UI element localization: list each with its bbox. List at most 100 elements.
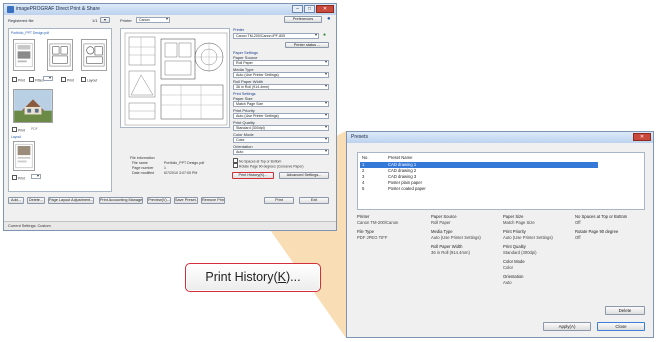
file-info-key: Page number <box>132 166 154 170</box>
print-priority-select[interactable]: Auto (Use Printer Settings) <box>233 113 329 119</box>
print-quality-select[interactable]: Standard (300dpi) <box>233 125 329 131</box>
detail-value: Canon TM-200/Canon <box>357 220 399 225</box>
file-info-key: Date modified <box>132 171 155 175</box>
thumbnail-caption: PDF <box>31 127 38 131</box>
thumbnail-checkbox[interactable]: Print <box>12 127 25 133</box>
callout-label-suffix: )... <box>285 270 301 284</box>
advanced-settings-button[interactable]: Advanced Settings... <box>279 172 329 179</box>
printer-status-button[interactable]: Printer status ... <box>285 42 329 48</box>
maximize-button[interactable]: □ <box>304 5 315 13</box>
printer-ready-icon: ● <box>323 32 327 38</box>
rotate-page-checkbox[interactable]: Rotate Page 90 degrees (Conserve Paper) <box>233 163 303 169</box>
copies-field[interactable] <box>31 174 41 179</box>
dialog-close-icon[interactable]: ✕ <box>633 133 651 141</box>
print-preview[interactable] <box>120 28 230 128</box>
detail-value: Standard (300dpi) <box>503 250 537 255</box>
remove-print-button[interactable]: Remove Print... <box>201 197 225 204</box>
detail-value: Match Page Size <box>503 220 535 225</box>
print-history-callout[interactable]: Print History(K)... <box>185 263 321 292</box>
delete-button[interactable]: Delete... <box>27 197 45 204</box>
minimize-button[interactable]: – <box>292 5 303 13</box>
exit-button[interactable]: Exit <box>299 197 329 204</box>
preset-name: Poster coated paper <box>388 186 426 191</box>
detail-key: Color Mode <box>503 259 525 264</box>
column-header-name: Preset Name <box>388 155 413 160</box>
detail-key: Print Priority <box>503 229 526 234</box>
detail-value: Off <box>575 235 581 240</box>
print-button[interactable]: Print <box>264 197 294 204</box>
apply-button[interactable]: Apply(A) <box>543 322 591 331</box>
close-dialog-button[interactable]: Close <box>597 322 645 331</box>
preferences-button[interactable]: Preferences <box>284 16 322 23</box>
column-header-no: No. <box>362 155 369 160</box>
detail-value: Auto (Use Printer Settings) <box>503 235 553 240</box>
thumbnail-checkbox[interactable]: Print <box>61 77 74 83</box>
print-accounting-button[interactable]: Print Accounting Manager... <box>99 197 143 204</box>
add-button[interactable]: Add... <box>8 197 24 204</box>
thumbnail-3[interactable] <box>81 39 107 71</box>
thumbnail-2[interactable] <box>47 39 73 71</box>
printer-heading: Printer <box>233 28 245 32</box>
print-history-callout-label: Print History(K)... <box>186 270 320 284</box>
save-preset-button[interactable]: Save Preset... <box>174 197 198 204</box>
detail-key: Paper Size <box>503 214 524 219</box>
close-button[interactable]: ✕ <box>316 5 334 13</box>
dialog-title-bar: Presets ✕ <box>347 132 653 143</box>
detail-value: Roll Paper <box>431 220 451 225</box>
title-bar: imagePROGRAF Direct Print & Share – □ ✕ <box>4 4 336 15</box>
detail-value: Color <box>503 265 514 270</box>
help-icon[interactable]: ● <box>327 16 331 22</box>
preset-list[interactable]: No. Preset Name 1 CAD drawing 1 2 CAD draw… <box>357 152 645 210</box>
detail-key: Printer <box>357 214 370 219</box>
delete-preset-button[interactable]: Delete <box>605 306 645 315</box>
detail-value: Off <box>575 220 581 225</box>
thumbnail-5[interactable] <box>13 141 35 171</box>
window-title: imagePROGRAF Direct Print & Share <box>16 6 100 12</box>
callout-label-accelerator: K <box>277 270 286 284</box>
dialog-title: Presets <box>351 134 368 140</box>
thumbnail-view-button[interactable]: ▾ <box>100 17 110 23</box>
color-mode-select[interactable]: Color <box>233 137 329 143</box>
paper-source-select[interactable]: Roll Paper <box>233 60 329 66</box>
detail-key: Roll Paper Width <box>431 244 463 249</box>
thumbnail-checkbox[interactable]: Fitted <box>29 77 43 83</box>
paper-size-select[interactable]: Match Page Size <box>233 101 329 107</box>
roll-width-select[interactable]: 36 in Roll (914.4mm) <box>233 84 329 90</box>
registered-count: 1/1 <box>92 18 98 23</box>
file-info-key: File name <box>132 161 148 165</box>
detail-value: Auto (Use Printer Settings) <box>431 235 481 240</box>
thumbnail-checkbox[interactable]: Layout <box>81 77 97 83</box>
detail-key: Print Quality <box>503 244 526 249</box>
detail-key: Rotate Page 90 degree <box>575 229 619 234</box>
thumbnail-4[interactable] <box>13 89 53 123</box>
orientation-select[interactable]: Auto <box>233 149 329 155</box>
detail-key: File Type <box>357 229 374 234</box>
thumbnail-checkbox[interactable]: Print <box>12 175 25 181</box>
cad-drawing-preview <box>124 32 228 126</box>
detail-key: Orientation <box>503 274 524 279</box>
thumbnail-name: Layout <box>11 135 22 139</box>
file-info-value: 1 <box>164 166 166 170</box>
thumbnail-1[interactable] <box>13 39 35 71</box>
thumbnail-checkbox[interactable]: Print <box>12 77 25 83</box>
file-info-value: Portfolio_PPT Design.pdf <box>164 161 205 165</box>
detail-value: Auto <box>503 280 512 285</box>
printer-label: Printer <box>120 18 132 23</box>
preset-row[interactable]: 5 Poster coated paper <box>360 186 642 192</box>
preset-no: 5 <box>362 186 365 191</box>
print-history-button[interactable]: Print History(K)... <box>232 172 274 179</box>
preview-button[interactable]: Preview(V)... <box>147 197 171 204</box>
media-type-select[interactable]: Auto (Use Printer Settings) <box>233 72 329 78</box>
thumbnail-panel[interactable]: Portfolio_PPT Design.pdf Print Fitted Pr… <box>8 28 112 192</box>
printer-select[interactable]: Canon TM-200/Canon iPF-805 <box>233 33 319 39</box>
thumbnail-name: Portfolio_PPT Design.pdf <box>11 31 50 35</box>
page-layout-button[interactable]: Page Layout Adjustment... <box>48 197 94 204</box>
presets-dialog: Presets ✕ No. Preset Name 1 CAD drawing 1… <box>346 131 654 338</box>
detail-key: Media Type <box>431 229 453 234</box>
app-icon <box>7 6 14 13</box>
printer-dropdown[interactable]: Canon <box>136 17 170 23</box>
file-info-value: 6/7/2010 3:07:05 PM <box>164 171 198 175</box>
callout-label-prefix: Print History( <box>205 270 278 284</box>
status-text: Current Settings: Custom <box>8 224 51 228</box>
copies-field[interactable] <box>43 76 53 81</box>
